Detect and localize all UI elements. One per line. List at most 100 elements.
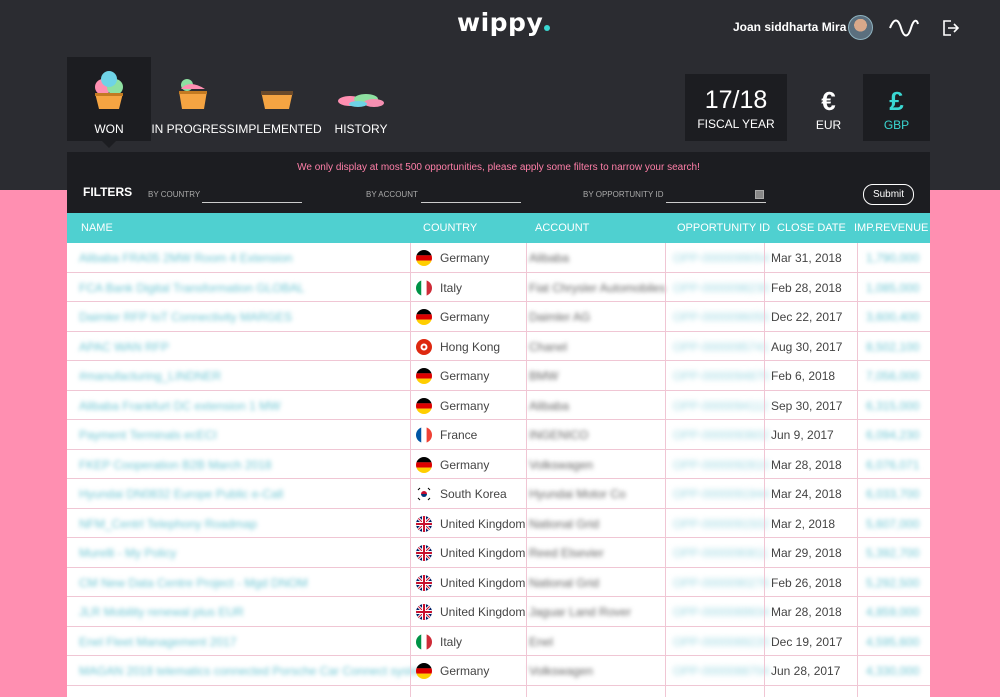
result-limit-notice: We only display at most 500 opportunitie… xyxy=(297,162,700,173)
account-cell: National Grid xyxy=(529,516,600,531)
opportunity-name-link[interactable]: Enel Fleet Management 2017 xyxy=(79,635,236,649)
opportunity-name-link[interactable]: Murelli - My Policy xyxy=(79,546,176,560)
opportunity-name-link[interactable]: Daimler RFP IoT Connectivity MARGES xyxy=(79,310,292,324)
opportunity-id-cell: OPP-0000088704 xyxy=(673,664,770,678)
country-flag-icon xyxy=(416,279,432,296)
account-cell: Alibaba xyxy=(529,251,570,265)
tab-history[interactable]: HISTORY xyxy=(319,57,403,141)
country-flag-icon xyxy=(416,545,432,561)
column-opportunity-id[interactable]: OPPORTUNITY ID xyxy=(677,222,770,234)
column-close-date[interactable]: CLOSE DATE xyxy=(777,222,846,234)
number-spinner[interactable] xyxy=(755,190,764,199)
euro-icon: € xyxy=(821,86,836,116)
country-flag-icon xyxy=(416,250,432,266)
opportunity-name-link[interactable]: NFM_Centrl Telephony Roadmap xyxy=(79,517,257,531)
table-row[interactable]: FCA Bank Digital Transformation GLOBAL It… xyxy=(67,272,930,302)
opportunity-id-cell: OPP-0000098230 xyxy=(673,280,770,295)
table-row[interactable]: APAC WAN RFP Hong Kong Chanel OPP-000009574… xyxy=(67,331,930,361)
table-header: NAME COUNTRY ACCOUNT OPPORTUNITY ID CLOS… xyxy=(67,213,930,243)
logout-icon[interactable] xyxy=(940,18,960,38)
country-cell: Italy xyxy=(440,634,463,649)
opportunity-id-cell: OPP-0000090811 xyxy=(673,546,769,560)
fiscal-year-value: 17/18 xyxy=(704,86,768,114)
account-cell: INGENICO xyxy=(529,428,589,442)
account-cell: Chanel xyxy=(529,339,568,354)
column-divider xyxy=(857,243,858,697)
table-row[interactable]: Murelli - My Policy United Kingdom Reed El… xyxy=(67,538,930,568)
country-flag-icon xyxy=(416,338,432,355)
tab-in-progress[interactable]: IN PROGRESS xyxy=(151,57,235,141)
country-cell: South Korea xyxy=(440,487,507,501)
account-cell: National Grid xyxy=(529,575,600,590)
revenue-cell: 4,330,000 xyxy=(866,664,920,678)
user-avatar[interactable] xyxy=(848,15,873,40)
opportunity-name-link[interactable]: FCA Bank Digital Transformation GLOBAL xyxy=(79,281,304,295)
opportunity-filter-input[interactable] xyxy=(666,187,766,203)
filter-panel: We only display at most 500 opportunitie… xyxy=(67,152,930,213)
close-date-cell: Feb 26, 2018 xyxy=(771,575,842,590)
table-row[interactable]: CM New Data Centre Project - Mgd DNOM Uni… xyxy=(67,567,930,597)
table-row[interactable]: Enel Fleet Management 2017 Italy Enel OPP-0… xyxy=(67,626,930,656)
country-flag-icon xyxy=(416,633,432,650)
fiscal-year-selector[interactable]: 17/18 FISCAL YEAR xyxy=(685,74,787,141)
opportunity-name-link[interactable]: Alibaba Frankfurt DC extension 1 MW xyxy=(79,399,280,413)
tab-implemented[interactable]: IMPLEMENTED xyxy=(235,57,322,141)
revenue-cell: 4,595,600 xyxy=(866,634,920,649)
opportunity-id-cell: OPP-0000089934 xyxy=(673,605,770,619)
country-filter-input[interactable] xyxy=(202,187,302,203)
column-name[interactable]: NAME xyxy=(81,222,113,234)
country-cell: Germany xyxy=(440,664,490,678)
submit-button[interactable]: Submit xyxy=(863,184,914,205)
table-row[interactable]: Daimler RFP IoT Connectivity MARGES Germa… xyxy=(67,302,930,332)
tab-implemented-label: IMPLEMENTED xyxy=(235,122,322,136)
country-cell: United Kingdom xyxy=(440,516,526,531)
tab-won[interactable]: WON xyxy=(67,57,151,141)
crumbs-icon xyxy=(338,94,384,107)
pie-icon xyxy=(261,91,293,109)
table-row[interactable]: Hyundai DN0832 Europe Public e-Call South… xyxy=(67,479,930,509)
table-row[interactable]: FKEP Cooperation B2B March 2018 Germany Vo… xyxy=(67,449,930,479)
wippy-logo[interactable]: wippy xyxy=(457,8,551,37)
column-country[interactable]: COUNTRY xyxy=(423,222,477,234)
account-cell: BMW xyxy=(529,369,559,383)
column-divider xyxy=(764,243,765,697)
account-filter-input[interactable] xyxy=(421,187,521,203)
table-row[interactable]: Alibaba FRA05 2MW Room 4 Extension German… xyxy=(67,243,930,273)
table-row[interactable]: Alibaba Frankfurt DC extension 1 MW Germa… xyxy=(67,390,930,420)
opportunity-name-link[interactable]: Payment Terminals ecECI xyxy=(79,428,217,442)
close-date-cell: Mar 24, 2018 xyxy=(771,487,842,501)
opportunity-name-link[interactable]: APAC WAN RFP xyxy=(79,340,169,354)
currency-gbp-button[interactable]: £ GBP xyxy=(863,74,930,141)
user-name[interactable]: Joan siddharta Mira xyxy=(733,20,846,34)
opportunity-id-cell: OPP-0000093602 xyxy=(673,428,770,442)
opportunity-id-cell: OPP-0000091944 xyxy=(673,487,770,501)
opportunity-name-link[interactable]: MAGAN 2018 telematics connected Porsche … xyxy=(79,664,429,678)
opportunity-name-link[interactable]: JLR Mobility renewal plus EUR xyxy=(79,605,244,619)
close-date-cell: Feb 28, 2018 xyxy=(771,280,842,295)
country-cell: Germany xyxy=(440,251,490,265)
close-date-cell: Jun 28, 2017 xyxy=(771,664,841,678)
cupcake-icon xyxy=(95,71,123,109)
column-account[interactable]: ACCOUNT xyxy=(535,222,589,234)
revenue-cell: 8,502,100 xyxy=(866,339,920,354)
opportunity-name-link[interactable]: FKEP Cooperation B2B March 2018 xyxy=(79,458,272,472)
table-row[interactable]: MAGAN 2018 telematics connected Porsche … xyxy=(67,656,930,686)
opportunity-name-link[interactable]: Alibaba FRA05 2MW Room 4 Extension xyxy=(79,251,292,265)
column-revenue[interactable]: IMP.REVENUE xyxy=(854,222,928,234)
table-row[interactable]: #manufacturing_LINDNER Germany BMW OPP-0000… xyxy=(67,361,930,391)
table-row[interactable]: JLR Mobility renewal plus EUR United King… xyxy=(67,597,930,627)
account-cell: Reed Elsevier xyxy=(529,546,604,560)
opportunity-id-cell: OPP-0000090276 xyxy=(673,575,770,590)
table-row[interactable]: NFM_Centrl Telephony Roadmap United Kingd… xyxy=(67,508,930,538)
by-account-label: BY ACCOUNT xyxy=(366,190,418,199)
currency-eur-button[interactable]: € EUR xyxy=(795,74,862,141)
wave-icon[interactable] xyxy=(888,18,920,38)
account-cell: Hyundai Motor Co xyxy=(529,487,626,501)
revenue-cell: 6,033,700 xyxy=(866,487,920,501)
opportunity-name-link[interactable]: Hyundai DN0832 Europe Public e-Call xyxy=(79,487,283,501)
opportunity-name-link[interactable]: #manufacturing_LINDNER xyxy=(79,369,221,383)
opportunities-table: NAME COUNTRY ACCOUNT OPPORTUNITY ID CLOS… xyxy=(67,213,930,697)
revenue-cell: 1,085,000 xyxy=(866,280,920,295)
table-row[interactable]: Payment Terminals ecECI France INGENICO OPP… xyxy=(67,420,930,450)
opportunity-name-link[interactable]: CM New Data Centre Project - Mgd DNOM xyxy=(79,576,308,590)
